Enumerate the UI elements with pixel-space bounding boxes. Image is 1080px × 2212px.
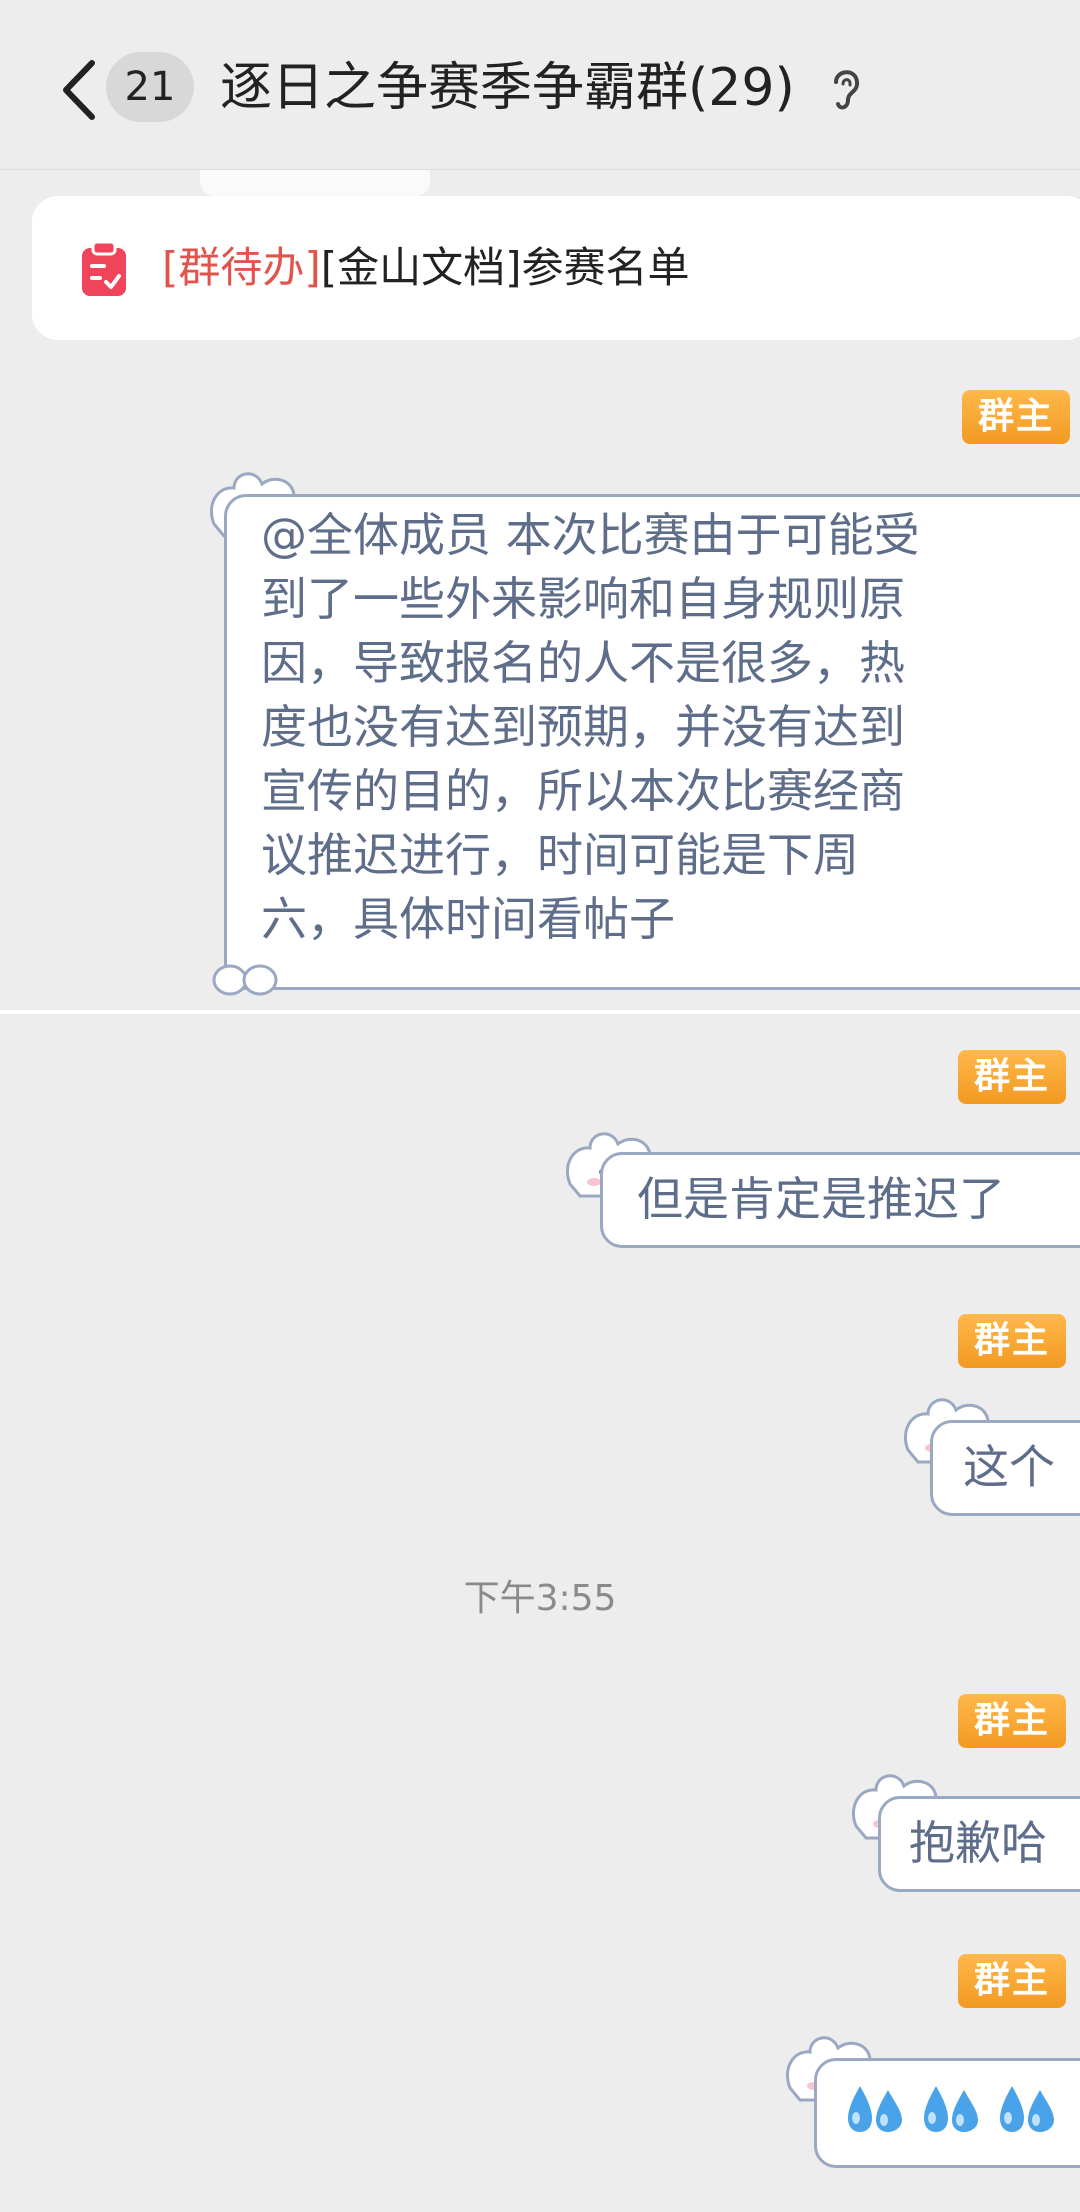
owner-badge: 群主: [958, 1314, 1067, 1368]
owner-badge: 群主: [958, 1694, 1067, 1748]
owner-badge: 群主: [962, 390, 1071, 444]
todo-tag: [群待办]: [162, 243, 321, 292]
message-text: @全体成员 本次比赛由于可能受 到了一些外来影响和自身规则原 因，导致报名的人不…: [261, 508, 920, 946]
owner-badge: 群主: [958, 1954, 1067, 2008]
chat-screen-top: 21 逐日之争赛季争霸群(29) [群待办][金山文档]参赛名单 群主 @全体成…: [0, 0, 1080, 1010]
sweat-drop-icon: [924, 2086, 978, 2132]
bunny-feet-icon: [210, 960, 280, 1000]
message-bubble[interactable]: 这个: [930, 1420, 1080, 1516]
message-timestamp: 下午3:55: [463, 1578, 617, 1619]
owner-badge: 群主: [958, 1050, 1067, 1104]
chat-title[interactable]: 逐日之争赛季争霸群(29): [220, 52, 795, 124]
clipboard-icon: [78, 240, 130, 298]
todo-title: [金山文档]参赛名单: [320, 243, 690, 292]
sweat-drop-icon: [848, 2086, 902, 2132]
message-text: 但是肯定是推迟了: [637, 1172, 1005, 1226]
ear-icon: [828, 62, 864, 114]
pinned-tab-shadow: [200, 170, 430, 196]
message-bubble[interactable]: 抱歉哈: [878, 1796, 1080, 1892]
group-todo-banner[interactable]: [群待办][金山文档]参赛名单: [32, 196, 1080, 340]
sweat-drops-icon: [844, 2080, 1058, 2136]
message-bubble[interactable]: 但是肯定是推迟了: [600, 1152, 1080, 1248]
chat-header: 21 逐日之争赛季争霸群(29): [0, 0, 1080, 170]
message-text: 抱歉哈: [909, 1816, 1047, 1870]
message-bubble-announcement[interactable]: @全体成员 本次比赛由于可能受 到了一些外来影响和自身规则原 因，导致报名的人不…: [224, 494, 1080, 990]
chevron-left-icon[interactable]: [54, 55, 104, 125]
unread-count-badge[interactable]: 21: [106, 52, 194, 122]
chat-screen-bottom: 群主 但是肯定是推迟了 群主 这个 下午3:55 群主 抱歉哈 群主: [0, 1014, 1080, 2212]
sweat-drop-icon: [1000, 2086, 1054, 2132]
todo-text: [群待办][金山文档]参赛名单: [162, 236, 690, 300]
message-text: 这个: [963, 1440, 1055, 1494]
